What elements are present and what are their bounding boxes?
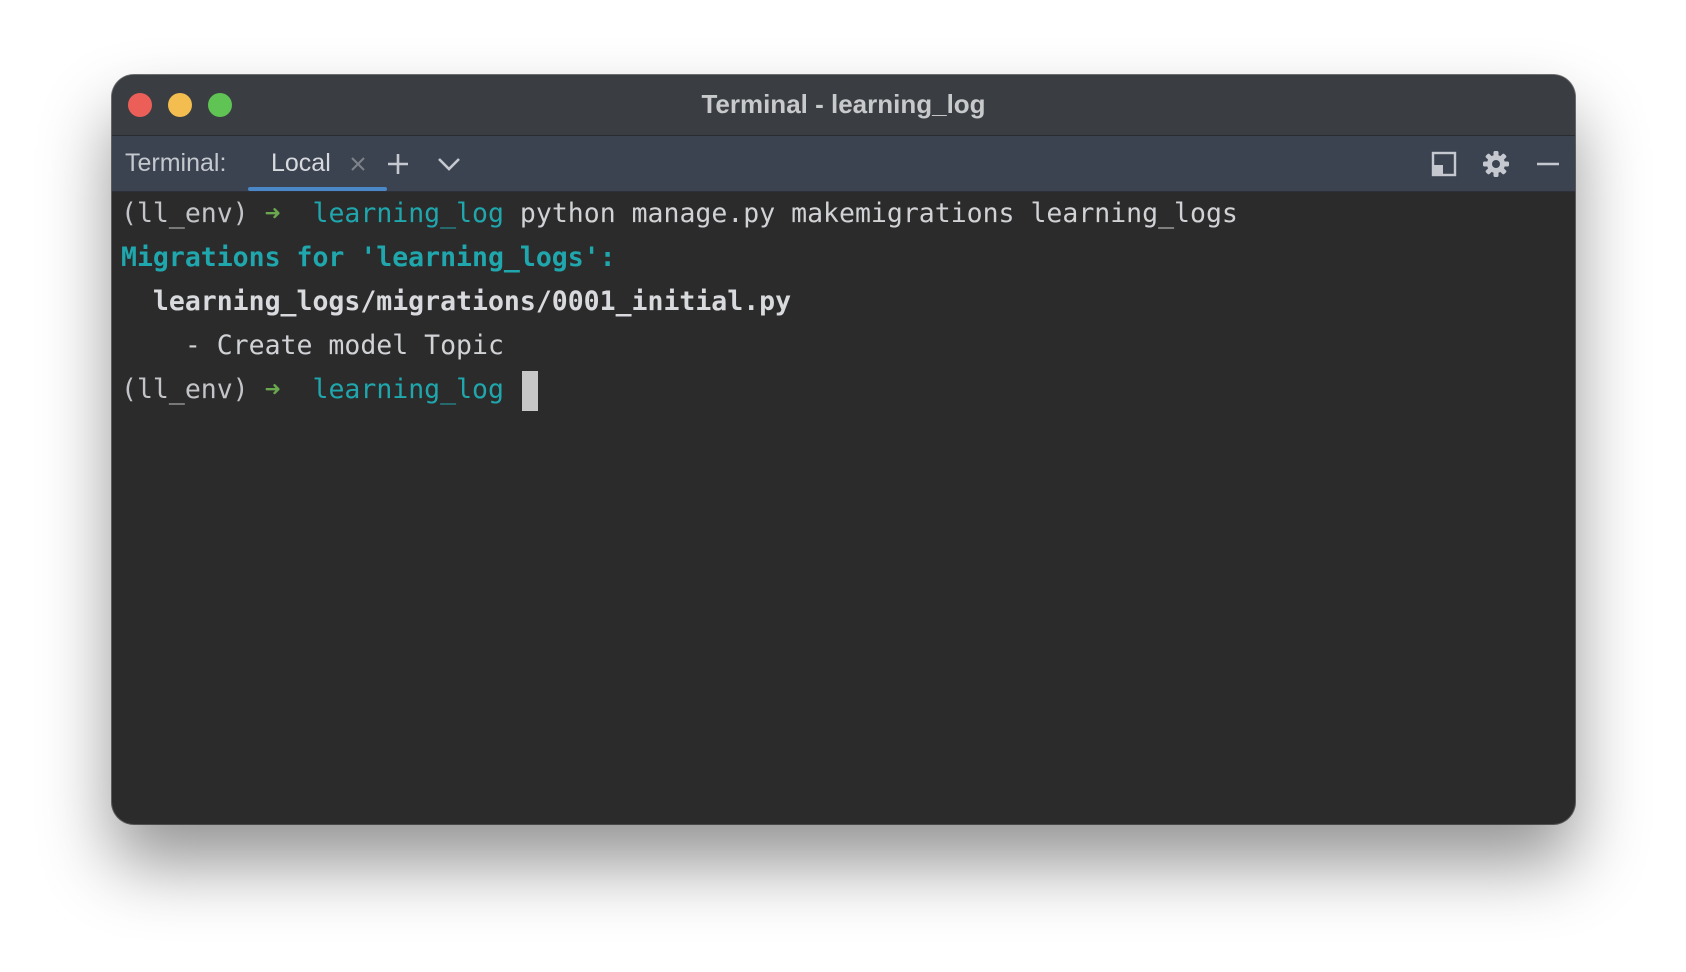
terminal-window: Terminal - learning_log Terminal: Local: [112, 75, 1575, 824]
prompt-arrow-icon: ➜: [264, 198, 281, 229]
prompt-env: (ll_env): [121, 198, 249, 229]
terminal-output[interactable]: (ll_env) ➜ learning_log python manage.py…: [121, 192, 1575, 824]
tab-local[interactable]: Local: [248, 136, 387, 191]
terminal-toolbar: Terminal: Local: [112, 136, 1575, 192]
prompt-arrow-icon: ➜: [264, 374, 281, 405]
title-bar: Terminal - learning_log: [112, 75, 1575, 136]
terminal-line: learning_logs/migrations/0001_initial.py: [121, 286, 792, 317]
text-cursor: [521, 370, 538, 411]
terminal-line: (ll_env) ➜ learning_log: [121, 368, 538, 412]
terminal-line: - Create model Topic: [121, 330, 504, 361]
chevron-down-icon[interactable]: [434, 149, 464, 179]
window-title: Terminal - learning_log: [701, 89, 986, 119]
hide-panel-minus-icon[interactable]: [1533, 149, 1563, 179]
active-tab-indicator: [248, 187, 387, 191]
tab-label: Local: [271, 149, 331, 177]
close-tab-icon[interactable]: [348, 154, 368, 174]
command-text: python manage.py makemigrations learning…: [519, 198, 1238, 229]
prompt-env: (ll_env): [121, 374, 249, 405]
toolbar-label: Terminal:: [125, 149, 227, 177]
terminal-line: (ll_env) ➜ learning_log python manage.py…: [121, 192, 1238, 236]
prompt-directory: learning_log: [312, 374, 504, 405]
layout-panel-icon[interactable]: [1429, 149, 1459, 179]
prompt-directory: learning_log: [312, 198, 504, 229]
new-tab-plus-icon[interactable]: [383, 149, 413, 179]
gear-icon[interactable]: [1481, 149, 1511, 179]
terminal-line: Migrations for 'learning_logs':: [121, 242, 616, 273]
